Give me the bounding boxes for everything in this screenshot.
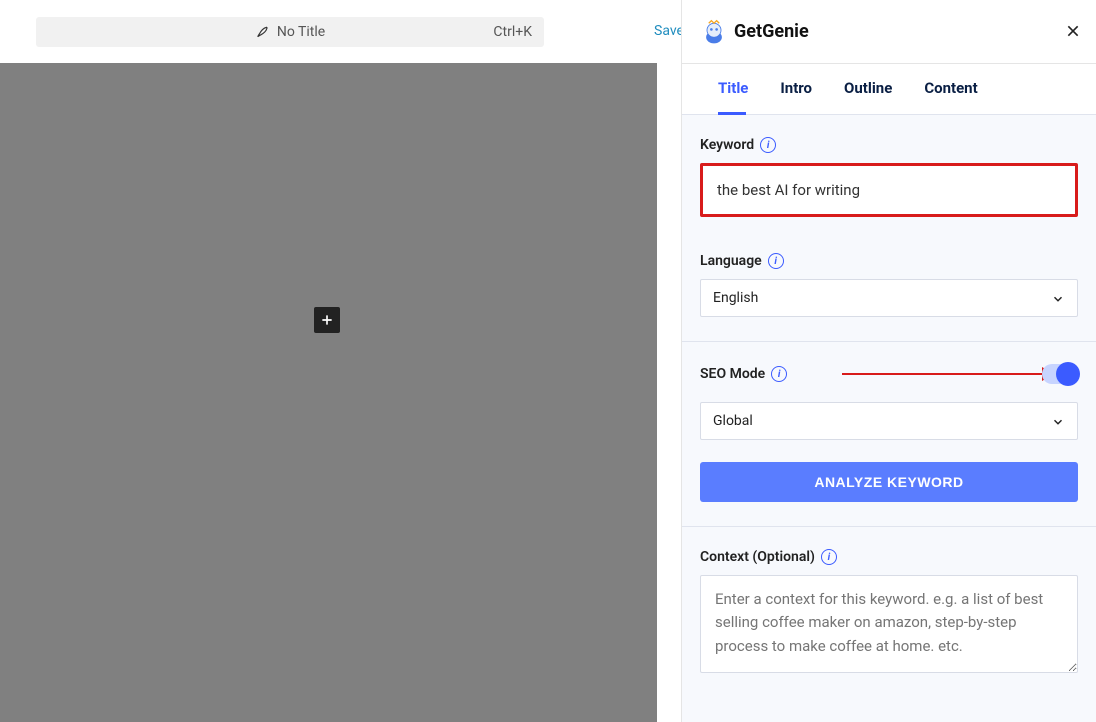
chevron-down-icon (1051, 414, 1065, 428)
arrow-annotation (842, 373, 1058, 375)
context-textarea[interactable] (700, 575, 1078, 673)
title-bar[interactable]: No Title Ctrl+K (36, 17, 544, 47)
keyword-label: Keyword (700, 137, 754, 153)
title-center: No Title (255, 24, 325, 40)
seo-mode-section: SEO Mode i Global ANALYZE KEYWORD (682, 342, 1096, 527)
keyword-language-section: Keyword i Language i English (682, 115, 1096, 342)
tab-intro[interactable]: Intro (780, 79, 812, 99)
editor-canvas[interactable] (0, 63, 657, 722)
context-label: Context (Optional) (700, 549, 815, 565)
context-section: Context (Optional) i (682, 527, 1096, 701)
tabs: Title Intro Outline Content (682, 63, 1096, 115)
editor-area: No Title Ctrl+K Save (0, 0, 681, 722)
tab-outline[interactable]: Outline (844, 79, 892, 99)
brand: GetGenie (700, 18, 809, 46)
feather-icon (255, 25, 269, 39)
tab-content[interactable]: Content (924, 79, 977, 99)
seo-mode-label: SEO Mode (700, 366, 765, 382)
region-selected: Global (713, 413, 753, 429)
keyword-input[interactable] (703, 166, 1075, 214)
context-label-row: Context (Optional) i (700, 549, 1078, 565)
chevron-down-icon (1051, 291, 1065, 305)
seo-mode-row: SEO Mode i (700, 364, 1078, 384)
add-block-button[interactable] (314, 307, 340, 333)
panel-body: Keyword i Language i English (682, 115, 1096, 722)
toggle-knob (1056, 362, 1080, 386)
genie-logo-icon (700, 18, 728, 46)
info-icon[interactable]: i (768, 253, 784, 269)
tab-title[interactable]: Title (718, 79, 748, 99)
keyboard-shortcut: Ctrl+K (493, 24, 532, 40)
panel-header: GetGenie (682, 0, 1096, 63)
analyze-keyword-button[interactable]: ANALYZE KEYWORD (700, 462, 1078, 502)
seo-mode-label-row: SEO Mode i (700, 366, 787, 382)
info-icon[interactable]: i (821, 549, 837, 565)
title-placeholder: No Title (277, 24, 325, 40)
language-select[interactable]: English (700, 279, 1078, 317)
region-select[interactable]: Global (700, 402, 1078, 440)
keyword-input-highlight (700, 163, 1078, 217)
info-icon[interactable]: i (760, 137, 776, 153)
save-link[interactable]: Save (654, 23, 684, 39)
getgenie-panel: GetGenie Title Intro Outline Content Key… (681, 0, 1096, 722)
language-selected: English (713, 290, 758, 306)
language-label-row: Language i (700, 253, 1078, 269)
keyword-label-row: Keyword i (700, 137, 1078, 153)
info-icon[interactable]: i (771, 366, 787, 382)
brand-name: GetGenie (734, 21, 809, 42)
seo-mode-toggle[interactable] (1042, 364, 1078, 384)
language-label: Language (700, 253, 762, 269)
close-button[interactable] (1064, 22, 1082, 40)
